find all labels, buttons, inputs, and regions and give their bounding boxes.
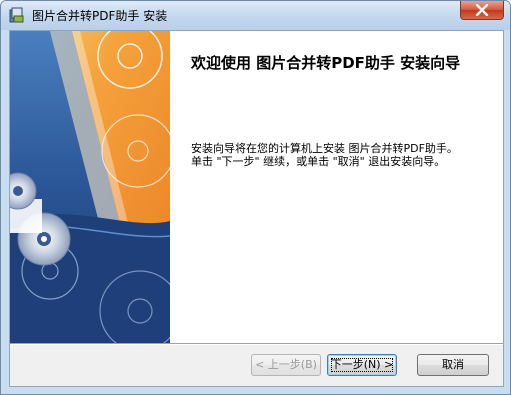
button-separator: [10, 343, 503, 345]
wizard-banner-image: [10, 31, 170, 343]
close-button[interactable]: [460, 1, 504, 20]
description-line-2: 单击 "下一步" 继续，或单击 "取消" 退出安装向导。: [191, 155, 446, 168]
welcome-description: 安装向导将在您的计算机上安装 图片合并转PDF助手。 单击 "下一步" 继续，或…: [191, 142, 501, 168]
welcome-heading: 欢迎使用 图片合并转PDF助手 安装向导: [191, 54, 461, 72]
next-button[interactable]: 下一步(N) >: [327, 354, 397, 376]
back-button[interactable]: < 上一步(B): [251, 354, 321, 376]
window-title: 图片合并转PDF助手 安装: [32, 9, 168, 23]
cancel-button[interactable]: 取消: [417, 354, 489, 376]
welcome-panel: 欢迎使用 图片合并转PDF助手 安装向导 安装向导将在您的计算机上安装 图片合并…: [170, 31, 503, 343]
description-line-1: 安装向导将在您的计算机上安装 图片合并转PDF助手。: [191, 142, 458, 155]
next-button-label: 下一步(N) >: [330, 358, 394, 371]
title-bar[interactable]: 图片合并转PDF助手 安装: [1, 1, 510, 30]
wizard-client: 欢迎使用 图片合并转PDF助手 安装向导 安装向导将在您的计算机上安装 图片合并…: [9, 30, 504, 387]
installer-window: 图片合并转PDF助手 安装 欢迎使用 图片合并转PDF助手 安装向导 安装向导将…: [0, 0, 511, 395]
installer-icon: [9, 7, 24, 23]
close-icon: [475, 4, 489, 16]
